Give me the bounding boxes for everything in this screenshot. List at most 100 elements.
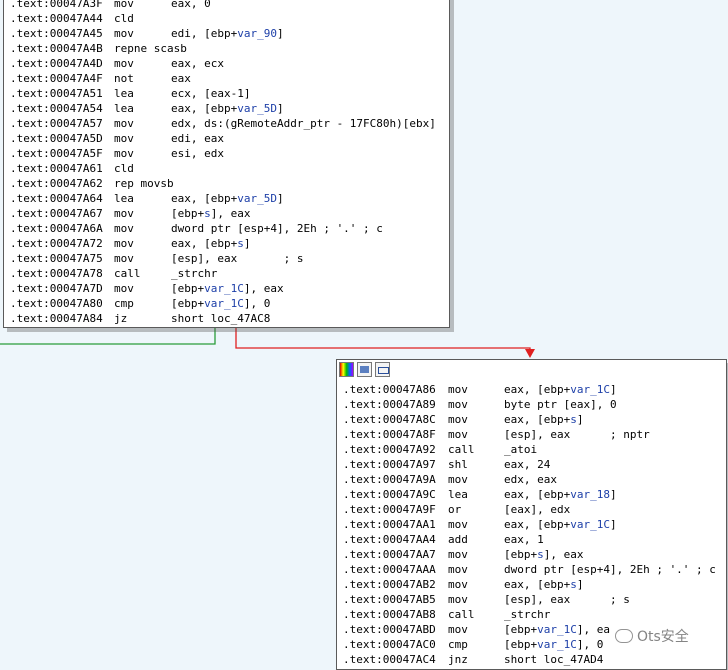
instruction-operands: ecx, [eax-1] bbox=[171, 86, 250, 101]
instruction-row[interactable]: .text:00047AA4 add eax, 1 bbox=[340, 532, 726, 547]
operand-text: short loc_47AC8 bbox=[171, 312, 271, 325]
basic-block-top[interactable]: .text:00047A3F mov eax, 0 .text:00047A44 cld… bbox=[3, 0, 450, 328]
operand-text: eax, [ebp+ bbox=[171, 102, 238, 115]
stack-variable[interactable]: var_18 bbox=[570, 488, 610, 501]
instruction-row[interactable]: .text:00047A84 jz short loc_47AC8 bbox=[7, 311, 449, 326]
instruction-row[interactable]: .text:00047A6A mov dword ptr [esp+4], 2Eh … bbox=[7, 221, 449, 236]
instruction-row[interactable]: .text:00047A8C mov eax, [ebp+s] bbox=[340, 412, 726, 427]
stack-variable[interactable]: s bbox=[204, 207, 211, 220]
instruction-address: .text:00047A57 bbox=[10, 117, 103, 130]
operand-text: _strchr bbox=[171, 267, 218, 280]
instruction-row[interactable]: .text:00047A67 mov [ebp+s], eax bbox=[7, 206, 449, 221]
stack-variable[interactable]: s bbox=[237, 237, 244, 250]
instruction-row[interactable]: .text:00047A9A mov edx, eax bbox=[340, 472, 726, 487]
instruction-row[interactable]: .text:00047AB8 call _strchr bbox=[340, 607, 726, 622]
instruction-row[interactable]: .text:00047A8F mov [esp], eax ; nptr bbox=[340, 427, 726, 442]
instruction-operands: short loc_47AC8 bbox=[171, 311, 270, 326]
instruction-row[interactable]: .text:00047A45 mov edi, [ebp+var_90] bbox=[7, 26, 449, 41]
instruction-row[interactable]: .text:00047AAA mov dword ptr [esp+4], 2Eh … bbox=[340, 562, 726, 577]
false-branch-edge bbox=[235, 328, 531, 352]
instruction-row[interactable]: .text:00047A7D mov [ebp+var_1C], eax bbox=[7, 281, 449, 296]
instruction-row[interactable]: .text:00047A78 call _strchr bbox=[7, 266, 449, 281]
instruction-row[interactable]: .text:00047A5D mov edi, eax bbox=[7, 131, 449, 146]
instruction-row[interactable]: .text:00047A5F mov esi, edx bbox=[7, 146, 449, 161]
instruction-address: .text:00047A72 bbox=[10, 237, 103, 250]
operand-text: ] bbox=[276, 102, 284, 115]
operand-text: [esp], eax bbox=[504, 428, 571, 441]
instruction-mnemonic: or bbox=[448, 503, 462, 516]
instruction-row[interactable]: .text:00047AC4 jnz short loc_47AD4 bbox=[340, 652, 726, 667]
instruction-address: .text:00047AB8 bbox=[343, 608, 436, 621]
stack-variable[interactable]: var_1C bbox=[537, 623, 577, 636]
instruction-row[interactable]: .text:00047A51 lea ecx, [eax-1] bbox=[7, 86, 449, 101]
stack-variable[interactable]: var_1C bbox=[570, 518, 610, 531]
instruction-row[interactable]: .text:00047A4D mov eax, ecx bbox=[7, 56, 449, 71]
instruction-address: .text:00047A7D bbox=[10, 282, 103, 295]
instruction-address: .text:00047A5F bbox=[10, 147, 103, 160]
stack-variable[interactable]: var_1C bbox=[204, 297, 244, 310]
instruction-operands: [ebp+s], eax bbox=[504, 547, 584, 562]
stack-variable[interactable]: var_1C bbox=[204, 282, 244, 295]
instruction-row[interactable]: .text:00047A97 shl eax, 24 bbox=[340, 457, 726, 472]
instruction-mnemonic: rep movsb bbox=[114, 177, 174, 190]
instruction-row[interactable]: .text:00047A72 mov eax, [ebp+s] bbox=[7, 236, 449, 251]
instruction-operands: edx, ds:(gRemoteAddr_ptr - 17FC80h)[ebx] bbox=[171, 116, 436, 131]
stack-variable[interactable]: var_5D bbox=[237, 102, 277, 115]
instruction-operands: eax, 0 bbox=[171, 0, 211, 11]
instruction-mnemonic: lea bbox=[114, 87, 134, 100]
operand-text: ] bbox=[276, 27, 284, 40]
instruction-mnemonic: repne scasb bbox=[114, 42, 187, 55]
instruction-operands: [esp], eax ; nptr bbox=[504, 427, 650, 442]
instruction-row[interactable]: .text:00047A9F or [eax], edx bbox=[340, 502, 726, 517]
instruction-row[interactable]: .text:00047AA1 mov eax, [ebp+var_1C] bbox=[340, 517, 726, 532]
instruction-mnemonic: cmp bbox=[114, 297, 134, 310]
instruction-row[interactable]: .text:00047A3F mov eax, 0 bbox=[7, 0, 449, 11]
instruction-mnemonic: mov bbox=[114, 282, 134, 295]
stack-variable[interactable]: s bbox=[570, 578, 577, 591]
group-icon[interactable] bbox=[375, 362, 390, 377]
basic-block-bottom[interactable]: .text:00047A86 mov eax, [ebp+var_1C] .text:… bbox=[336, 359, 727, 670]
stack-variable[interactable]: var_90 bbox=[237, 27, 277, 40]
instruction-mnemonic: not bbox=[114, 72, 134, 85]
instruction-operands: eax bbox=[171, 71, 191, 86]
operand-text: eax, [ebp+ bbox=[171, 237, 238, 250]
instruction-row[interactable]: .text:00047A9C lea eax, [ebp+var_18] bbox=[340, 487, 726, 502]
stack-variable[interactable]: var_1C bbox=[537, 638, 577, 651]
instruction-mnemonic: mov bbox=[114, 57, 134, 70]
operand-text: [esp], eax bbox=[171, 252, 238, 265]
image-icon[interactable] bbox=[357, 362, 372, 377]
instruction-row[interactable]: .text:00047A64 lea eax, [ebp+var_5D] bbox=[7, 191, 449, 206]
instruction-row[interactable]: .text:00047A75 mov [esp], eax ; s bbox=[7, 251, 449, 266]
instruction-operands: _atoi bbox=[504, 442, 537, 457]
instruction-row[interactable]: .text:00047A54 lea eax, [ebp+var_5D] bbox=[7, 101, 449, 116]
color-icon[interactable] bbox=[339, 362, 354, 377]
operand-text: _atoi bbox=[504, 443, 538, 456]
instruction-row[interactable]: .text:00047A80 cmp [ebp+var_1C], 0 bbox=[7, 296, 449, 311]
operand-text: edx, ds:(gRemoteAddr_ptr - 17FC80h)[ebx] bbox=[171, 117, 436, 130]
stack-variable[interactable]: var_1C bbox=[570, 383, 610, 396]
instruction-mnemonic: shl bbox=[448, 458, 468, 471]
instruction-row[interactable]: .text:00047A4B repne scasb bbox=[7, 41, 449, 56]
instruction-row[interactable]: .text:00047AA7 mov [ebp+s], eax bbox=[340, 547, 726, 562]
operand-text: short loc_47AD4 bbox=[504, 653, 604, 666]
instruction-row[interactable]: .text:00047A4F not eax bbox=[7, 71, 449, 86]
instruction-address: .text:00047A9C bbox=[343, 488, 436, 501]
stack-variable[interactable]: s bbox=[537, 548, 544, 561]
instruction-row[interactable]: .text:00047A62 rep movsb bbox=[7, 176, 449, 191]
instruction-address: .text:00047A8F bbox=[343, 428, 436, 441]
instruction-row[interactable]: .text:00047AB2 mov eax, [ebp+s] bbox=[340, 577, 726, 592]
wechat-icon bbox=[615, 629, 633, 643]
instruction-row[interactable]: .text:00047A61 cld bbox=[7, 161, 449, 176]
stack-variable[interactable]: var_5D bbox=[237, 192, 277, 205]
instruction-row[interactable]: .text:00047A44 cld bbox=[7, 11, 449, 26]
instruction-row[interactable]: .text:00047A92 call _atoi bbox=[340, 442, 726, 457]
instruction-row[interactable]: .text:00047AB5 mov [esp], eax ; s bbox=[340, 592, 726, 607]
instruction-row[interactable]: .text:00047A57 mov edx, ds:(gRemoteAddr_pt… bbox=[7, 116, 449, 131]
instruction-operands: [ebp+var_1C], 0 bbox=[171, 296, 270, 311]
instruction-row[interactable]: .text:00047A86 mov eax, [ebp+var_1C] bbox=[340, 382, 726, 397]
instruction-address: .text:00047A67 bbox=[10, 207, 103, 220]
stack-variable[interactable]: s bbox=[570, 413, 577, 426]
instruction-operands: [ebp+var_1C], eax bbox=[171, 281, 284, 296]
operand-text: ] bbox=[576, 578, 584, 591]
instruction-row[interactable]: .text:00047A89 mov byte ptr [eax], 0 bbox=[340, 397, 726, 412]
